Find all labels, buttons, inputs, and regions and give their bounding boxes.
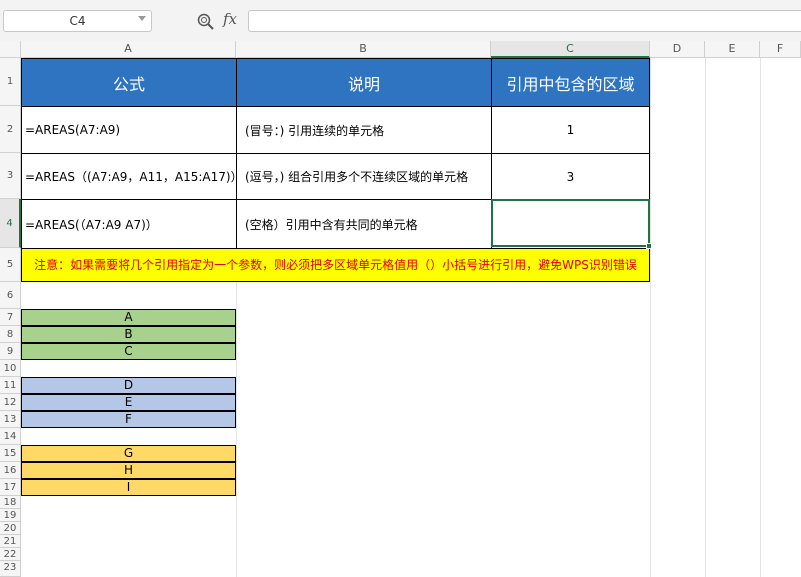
zoom-icon[interactable] xyxy=(196,12,216,32)
gridline xyxy=(650,58,651,577)
table-cell[interactable]: =AREAS（(A7:A9，A11，A15:A17)） xyxy=(21,153,243,200)
table-cell[interactable]: =AREAS(（A7:A9 A7)） xyxy=(21,199,237,249)
table-header-description[interactable]: 说明 xyxy=(236,58,492,107)
gridline xyxy=(236,282,237,577)
name-box[interactable]: C4 xyxy=(3,10,152,32)
fx-icon[interactable]: fx xyxy=(223,10,245,30)
chevron-down-icon[interactable] xyxy=(138,16,146,21)
table-cell[interactable]: 1 xyxy=(491,106,650,154)
table-header-areas[interactable]: 引用中包含的区域 xyxy=(491,58,650,107)
col-header-c[interactable]: C xyxy=(491,41,650,58)
row-header-21[interactable]: 21 xyxy=(0,535,21,548)
row-header-23[interactable]: 23 xyxy=(0,561,21,577)
block-cell-green[interactable]: B xyxy=(21,326,236,343)
row-header-11[interactable]: 11 xyxy=(0,377,21,394)
row-header-14[interactable]: 14 xyxy=(0,428,21,445)
row-header-20[interactable]: 20 xyxy=(0,522,21,535)
row-header-18[interactable]: 18 xyxy=(0,496,21,509)
row-header-6[interactable]: 6 xyxy=(0,282,21,309)
block-cell-orange[interactable]: G xyxy=(21,445,236,462)
col-header-a[interactable]: A xyxy=(21,41,236,58)
row-header-2[interactable]: 2 xyxy=(0,106,21,153)
table-cell[interactable]: (空格）引用中含有共同的单元格 xyxy=(236,199,492,249)
row-header-17[interactable]: 17 xyxy=(0,479,21,496)
gridline xyxy=(705,58,706,577)
row-header-8[interactable]: 8 xyxy=(0,326,21,343)
row-header-10[interactable]: 10 xyxy=(0,360,21,377)
block-cell-blue[interactable]: E xyxy=(21,394,236,411)
row-header-9[interactable]: 9 xyxy=(0,343,21,360)
table-header-formula[interactable]: 公式 xyxy=(21,58,237,107)
row-header-1[interactable]: 1 xyxy=(0,58,21,106)
block-cell-green[interactable]: C xyxy=(21,343,236,360)
select-all-corner[interactable] xyxy=(0,41,21,58)
row-header-15[interactable]: 15 xyxy=(0,445,21,462)
table-cell[interactable]: =AREAS(A7:A9) xyxy=(21,106,237,154)
col-header-f[interactable]: F xyxy=(760,41,801,58)
row-header-16[interactable]: 16 xyxy=(0,462,21,479)
name-box-value: C4 xyxy=(69,14,86,28)
row-header-12[interactable]: 12 xyxy=(0,394,21,411)
col-header-e[interactable]: E xyxy=(705,41,760,58)
row-header-19[interactable]: 19 xyxy=(0,509,21,522)
block-cell-green[interactable]: A xyxy=(21,309,236,326)
gridline xyxy=(760,58,761,577)
row-header-5[interactable]: 5 xyxy=(0,248,21,282)
row-header-13[interactable]: 13 xyxy=(0,411,21,428)
block-cell-orange[interactable]: I xyxy=(21,479,236,496)
col-header-b[interactable]: B xyxy=(236,41,491,58)
row-header-22[interactable]: 22 xyxy=(0,548,21,561)
row-header-7[interactable]: 7 xyxy=(0,309,21,326)
block-cell-blue[interactable]: D xyxy=(21,377,236,394)
block-cell-orange[interactable]: H xyxy=(21,462,236,479)
fill-handle[interactable] xyxy=(646,243,652,249)
formula-input[interactable] xyxy=(248,10,801,32)
col-header-d[interactable]: D xyxy=(650,41,705,58)
active-cell-selection xyxy=(491,199,650,247)
table-cell[interactable]: (冒号：) 引用连续的单元格 xyxy=(236,106,492,154)
row-header-3[interactable]: 3 xyxy=(0,153,21,199)
note-text[interactable]: 注意：如果需要将几个引用指定为一个参数，则必须把多区域单元格值用（）小括号进行引… xyxy=(21,248,650,282)
table-cell[interactable]: (逗号，) 组合引用多个不连续区域的单元格 xyxy=(236,153,492,200)
table-cell[interactable]: 3 xyxy=(491,153,650,200)
row-header-4[interactable]: 4 xyxy=(0,199,21,248)
block-cell-blue[interactable]: F xyxy=(21,411,236,428)
